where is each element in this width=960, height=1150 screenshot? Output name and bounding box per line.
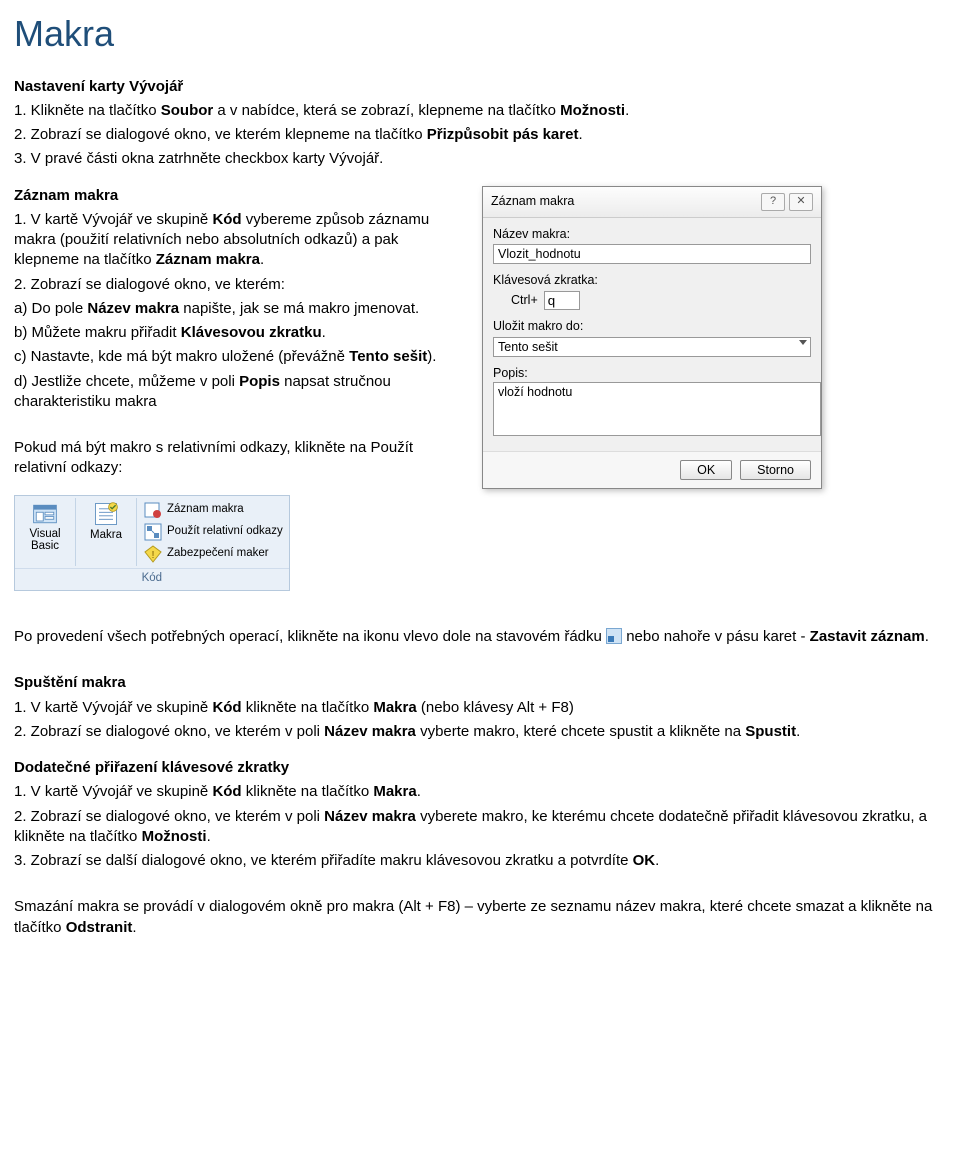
ribbon-sec-label: Zabezpečení maker	[167, 546, 269, 562]
section-smazani: Smazání makra se provádí v dialogovém ok…	[14, 897, 946, 938]
dialog-zaznam-makra: Záznam makra ? ✕ Název makra: Klávesová …	[482, 186, 822, 489]
ribbon-kod-group: Visual Basic Makra Záznam makra Použít r…	[14, 495, 290, 592]
ulozit-do-combo[interactable]	[493, 337, 811, 357]
popis-input[interactable]: vloží hodnotu	[493, 382, 821, 436]
svg-text:!: !	[152, 550, 155, 561]
ribbon-visual-basic[interactable]: Visual Basic	[15, 496, 75, 568]
s1-line2: 2. Zobrazí se dialogové okno, ve kterém …	[14, 125, 946, 145]
s4-line2: 2. Zobrazí se dialogové okno, ve kterém …	[14, 807, 946, 848]
label-ulozit: Uložit makro do:	[493, 318, 811, 335]
label-popis: Popis:	[493, 365, 811, 382]
ctrl-label: Ctrl+	[511, 292, 538, 309]
ok-button[interactable]: OK	[680, 460, 732, 480]
ribbon-zabezpeceni[interactable]: ! Zabezpečení maker	[143, 543, 283, 565]
security-icon: !	[143, 544, 163, 564]
makra-icon	[92, 500, 120, 528]
visual-basic-icon	[31, 500, 59, 528]
after-ops-text: Po provedení všech potřebných operací, k…	[14, 627, 946, 647]
ribbon-makra[interactable]: Makra	[76, 496, 136, 568]
heading-nastaveni: Nastavení karty Vývojář	[14, 78, 183, 95]
label-nazev: Název makra:	[493, 226, 811, 243]
s1-line3: 3. V pravé části okna zatrhněte checkbox…	[14, 149, 946, 169]
ribbon-pouzit-relativni[interactable]: Použít relativní odkazy	[143, 521, 283, 543]
close-icon[interactable]: ✕	[789, 193, 813, 211]
section-spusteni: Spuštění makra 1. V kartě Vývojář ve sku…	[14, 673, 946, 742]
s5-text: Smazání makra se provádí v dialogovém ok…	[14, 897, 946, 938]
label-zkratka: Klávesová zkratka:	[493, 272, 811, 289]
ribbon-zaznam-makra[interactable]: Záznam makra	[143, 499, 283, 521]
heading-spusteni: Spuštění makra	[14, 674, 126, 691]
s2-linec: c) Nastavte, kde má být makro uložené (p…	[14, 347, 464, 367]
section-dodatecne: Dodatečné přiřazení klávesové zkratky 1.…	[14, 758, 946, 871]
s2-linea: a) Do pole Název makra napište, jak se m…	[14, 299, 464, 319]
relative-ref-icon	[143, 522, 163, 542]
ribbon-group-caption: Kód	[15, 568, 289, 591]
nazev-makra-input[interactable]	[493, 244, 811, 264]
ribbon-vb-label: Visual Basic	[23, 528, 67, 553]
heading-zaznam: Záznam makra	[14, 187, 118, 204]
s2-lineb: b) Můžete makru přiřadit Klávesovou zkra…	[14, 323, 464, 343]
s1-line1: 1. Klikněte na tlačítko Soubor a v nabíd…	[14, 101, 946, 121]
s3-line2: 2. Zobrazí se dialogové okno, ve kterém …	[14, 722, 946, 742]
section-zaznam: Záznam makra 1. V kartě Vývojář ve skupi…	[14, 186, 464, 413]
help-icon[interactable]: ?	[761, 193, 785, 211]
s2-lined: d) Jestliže chcete, můžeme v poli Popis …	[14, 372, 464, 413]
stop-record-statusbar-icon[interactable]	[606, 628, 622, 644]
ribbon-rec-label: Záznam makra	[167, 502, 244, 518]
relativni-text: Pokud má být makro s relativními odkazy,…	[14, 438, 464, 479]
ribbon-makra-label: Makra	[90, 528, 122, 544]
s4-line1: 1. V kartě Vývojář ve skupině Kód klikně…	[14, 782, 946, 802]
dialog-title: Záznam makra	[491, 193, 574, 210]
page-title: Makra	[14, 10, 946, 59]
s4-line3: 3. Zobrazí se další dialogové okno, ve k…	[14, 851, 946, 871]
s3-line1: 1. V kartě Vývojář ve skupině Kód klikně…	[14, 698, 946, 718]
heading-dodatecne: Dodatečné přiřazení klávesové zkratky	[14, 759, 289, 776]
storno-button[interactable]: Storno	[740, 460, 811, 480]
chevron-down-icon[interactable]	[799, 340, 807, 345]
s2-line2a: 2. Zobrazí se dialogové okno, ve kterém:	[14, 275, 464, 295]
s2-line1: 1. V kartě Vývojář ve skupině Kód vybere…	[14, 210, 464, 271]
ribbon-rel-label: Použít relativní odkazy	[167, 524, 283, 540]
section-nastaveni: Nastavení karty Vývojář 1. Klikněte na t…	[14, 77, 946, 170]
record-icon	[143, 500, 163, 520]
zkratka-input[interactable]	[544, 291, 580, 310]
